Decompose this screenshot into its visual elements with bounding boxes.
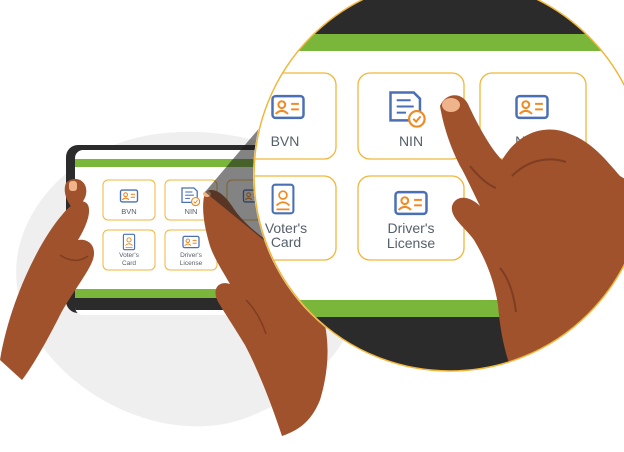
tile-label: Driver's [387,220,434,236]
tile-drivers-license[interactable]: Driver's License [357,175,465,261]
tile-voters-card-small[interactable]: Voter's Card [102,229,156,271]
id-card-icon [394,190,428,216]
tile-label: License [180,260,203,267]
tile-label: Voter's [119,252,139,259]
portrait-card-icon [122,233,136,251]
portrait-card-icon [271,183,295,215]
id-card-icon [119,189,139,203]
tile-label: Card [122,260,136,267]
id-card-icon [271,94,305,120]
tile-bvn-small[interactable]: BVN [102,179,156,221]
tile-label: BVN [121,207,136,216]
tile-label: BVN [271,133,300,149]
verification-illustration: BVN NIN Voter's Card Driver's License BV… [0,0,624,436]
tile-label: Card [271,234,301,250]
tile-label: NIN [185,207,198,216]
id-card-icon [515,94,549,120]
tile-label: NIN [399,133,423,149]
tile-label: Driver's [180,252,203,259]
id-card-icon [182,235,200,249]
document-check-icon [389,91,426,128]
tile-label: License [387,235,435,251]
lens-top-bar [254,34,624,51]
document-check-icon [181,187,201,207]
